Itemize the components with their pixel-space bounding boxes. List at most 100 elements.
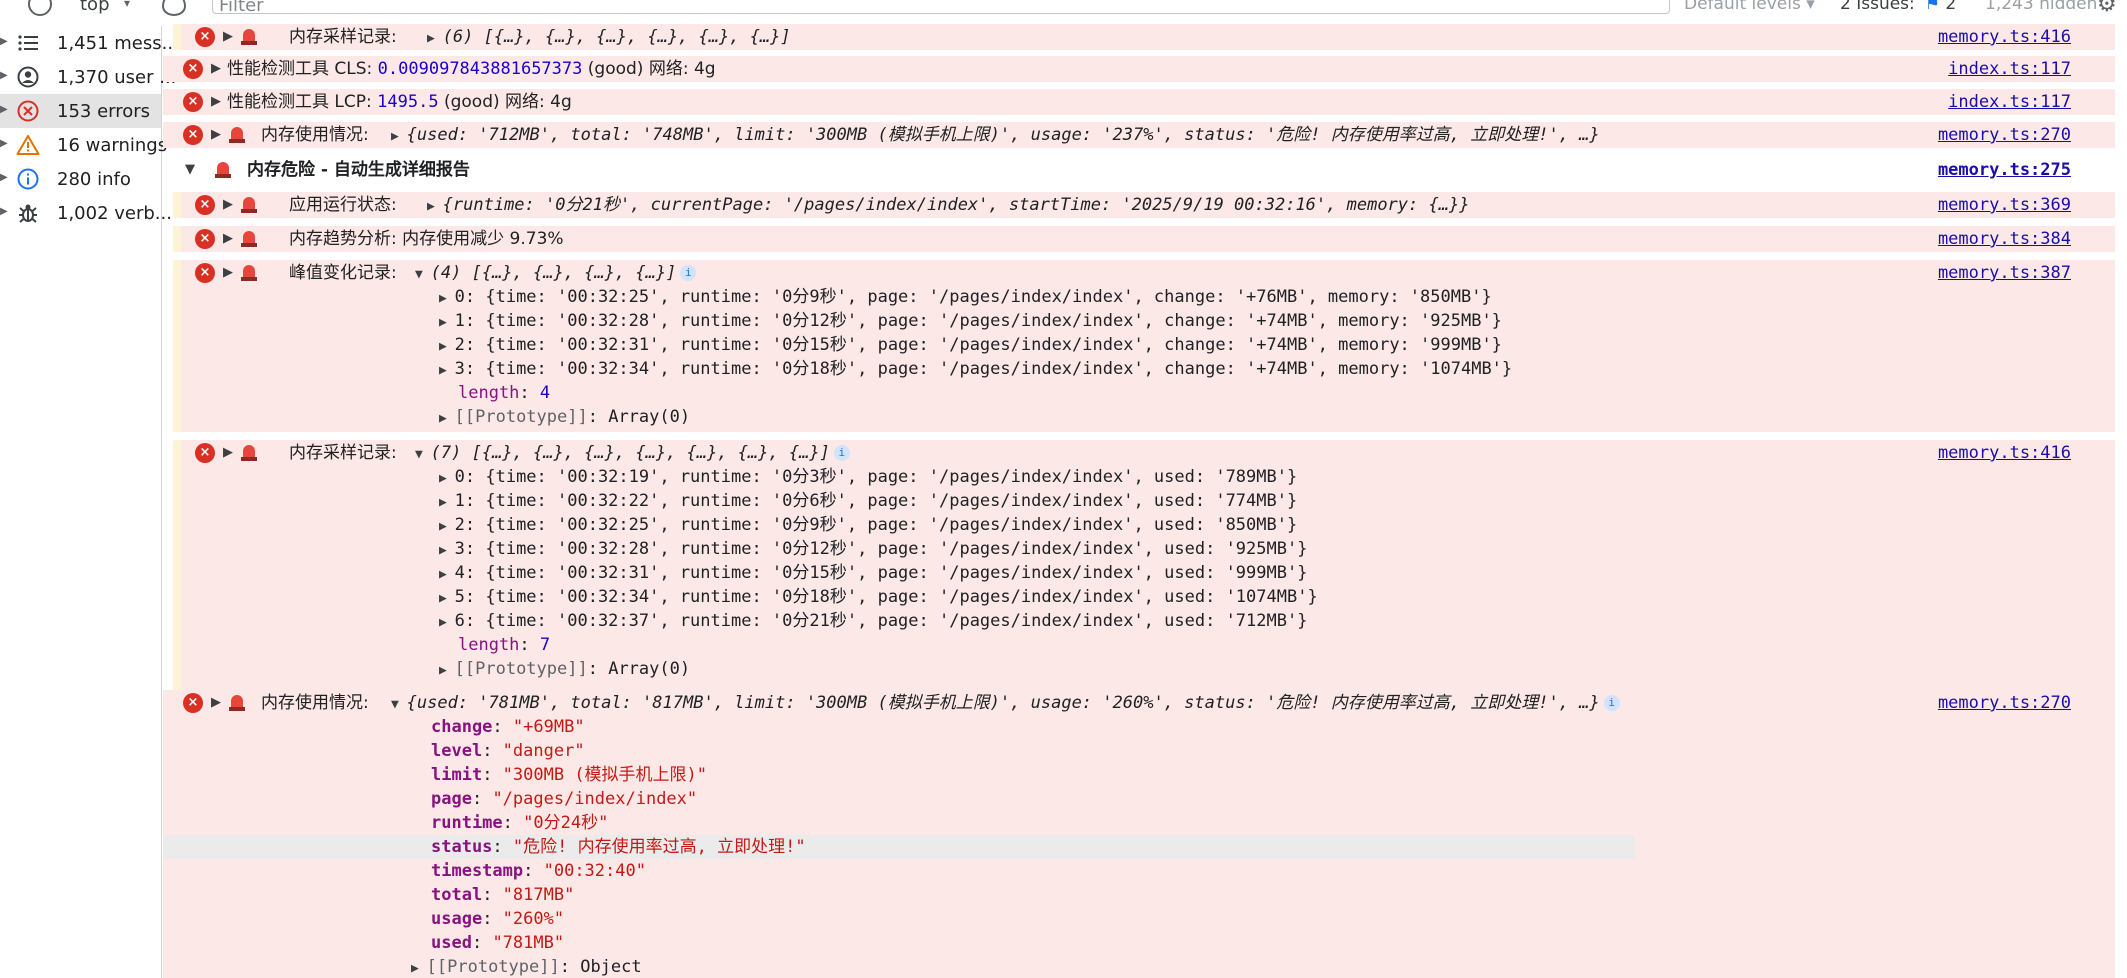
array-entry[interactable]: ▶ 3: {time: '00:32:34', runtime: '0分18秒'…	[439, 357, 1512, 383]
expand-arrow-icon[interactable]: ▶	[211, 57, 221, 81]
console-sidebar: ▶ 1,451 mess... ▶ 1,370 user ... ▶ 153 e…	[0, 26, 179, 978]
clear-console-icon[interactable]	[28, 0, 52, 16]
console-group-header[interactable]: ▼ 内存危险 - 自动生成详细报告 memory.ts:275	[163, 157, 2115, 183]
siren-icon	[241, 230, 257, 248]
expand-arrow-icon[interactable]: ▶	[223, 227, 233, 251]
array-entry[interactable]: ▶ 2: {time: '00:32:31', runtime: '0分15秒'…	[439, 333, 1502, 359]
sidebar-item-messages[interactable]: ▶ 1,451 mess...	[0, 26, 179, 60]
array-entry[interactable]: ▶ 1: {time: '00:32:22', runtime: '0分6秒',…	[439, 489, 1297, 515]
bug-icon	[16, 201, 40, 225]
error-icon: ×	[183, 693, 203, 713]
context-selector[interactable]: top	[80, 0, 110, 15]
console-message-memory-trend: × ▶ 内存趋势分析: 内存使用减少 9.73% memory.ts:384	[173, 226, 2115, 252]
console-message-memory-sampling: × ▶ 内存采样记录: ▶ (6) [{…}, {…}, {…}, {…}, {…	[173, 24, 2115, 50]
issues-counter[interactable]: 2 Issues: ⚑ 2	[1840, 0, 1956, 14]
error-icon: ×	[195, 195, 215, 215]
expand-arrow-icon[interactable]: ▶	[223, 193, 233, 217]
console-message-peak-changes: × ▶ 峰值变化记录: ▼ (4) [{…}, {…}, {…}, {…}] i …	[173, 260, 2115, 432]
error-icon: ×	[183, 59, 203, 79]
expand-arrow-icon[interactable]: ▶	[0, 206, 8, 217]
info-icon	[16, 167, 40, 191]
source-link[interactable]: memory.ts:384	[1938, 227, 2071, 251]
array-entry[interactable]: ▶ 0: {time: '00:32:25', runtime: '0分9秒',…	[439, 285, 1492, 311]
console-message-memory-usage: × ▶ 内存使用情况: ▶ {used: '712MB', total: '74…	[163, 122, 2115, 148]
array-prototype[interactable]: ▶ [[Prototype]]: Array(0)	[439, 657, 690, 683]
object-property: usage: "260%"	[431, 909, 565, 929]
sidebar-item-verbose[interactable]: ▶ 1,002 verb...	[0, 196, 172, 230]
source-link[interactable]: memory.ts:416	[1938, 25, 2071, 49]
array-length: length: 7	[458, 635, 551, 655]
array-entry[interactable]: ▶ 3: {time: '00:32:28', runtime: '0分12秒'…	[439, 537, 1307, 563]
expand-arrow-icon[interactable]: ▶	[0, 70, 8, 81]
object-property: page: "/pages/index/index"	[431, 789, 698, 809]
source-link[interactable]: memory.ts:387	[1938, 261, 2071, 285]
array-preview[interactable]: ▼ (4) [{…}, {…}, {…}, {…}] i	[415, 261, 697, 287]
user-icon	[16, 65, 40, 89]
source-link[interactable]: index.ts:117	[1948, 57, 2071, 81]
array-entry[interactable]: ▶ 6: {time: '00:32:37', runtime: '0分21秒'…	[439, 609, 1307, 635]
source-link[interactable]: index.ts:117	[1948, 90, 2071, 114]
error-icon: ×	[183, 125, 203, 145]
array-preview[interactable]: ▼ (7) [{…}, {…}, {…}, {…}, {…}, {…}, {…}…	[415, 441, 850, 467]
message-label: 内存趋势分析: 内存使用减少 9.73%	[289, 229, 564, 249]
info-icon[interactable]: i	[1603, 695, 1620, 711]
error-icon: ×	[195, 27, 215, 47]
log-levels-dropdown[interactable]: Default levels ▾	[1684, 0, 1815, 14]
array-prototype[interactable]: ▶ [[Prototype]]: Array(0)	[439, 405, 690, 431]
object-property: total: "817MB"	[431, 885, 575, 905]
message-text: 性能检测工具 CLS: 0.009097843881657373 (good) …	[227, 59, 716, 79]
gear-icon[interactable]: ⚙	[2097, 0, 2117, 17]
source-link[interactable]: memory.ts:270	[1938, 691, 2071, 715]
expand-arrow-icon[interactable]: ▶	[0, 138, 8, 149]
siren-icon	[241, 28, 257, 46]
array-entry[interactable]: ▶ 0: {time: '00:32:19', runtime: '0分3秒',…	[439, 465, 1297, 491]
error-icon: ×	[183, 92, 203, 112]
sidebar-item-warnings[interactable]: ▶ 16 warnings	[0, 128, 167, 162]
console-output: × ▶ 内存采样记录: ▶ (6) [{…}, {…}, {…}, {…}, {…	[163, 24, 2127, 978]
live-expression-eye-icon[interactable]	[162, 0, 186, 16]
object-property: level: "danger"	[431, 741, 585, 761]
info-icon[interactable]: i	[680, 265, 697, 281]
group-title: 内存危险 - 自动生成详细报告	[247, 160, 470, 180]
chevron-down-icon[interactable]: ▾	[124, 0, 130, 10]
source-link[interactable]: memory.ts:369	[1938, 193, 2071, 217]
info-icon[interactable]: i	[833, 445, 850, 461]
list-icon	[16, 31, 40, 55]
siren-icon	[241, 196, 257, 214]
source-link[interactable]: memory.ts:275	[1938, 158, 2071, 182]
expand-arrow-icon[interactable]: ▶	[223, 441, 233, 465]
object-prototype[interactable]: ▶ [[Prototype]]: Object	[411, 955, 642, 978]
expand-arrow-icon[interactable]: ▶	[223, 25, 233, 49]
source-link[interactable]: memory.ts:270	[1938, 123, 2071, 147]
expand-arrow-icon[interactable]: ▶	[0, 172, 8, 183]
collapse-arrow-icon[interactable]: ▼	[185, 158, 195, 182]
console-message-cls: × ▶ 性能检测工具 CLS: 0.009097843881657373 (go…	[163, 56, 2115, 82]
array-entry[interactable]: ▶ 2: {time: '00:32:25', runtime: '0分9秒',…	[439, 513, 1297, 539]
source-link[interactable]: memory.ts:416	[1938, 441, 2071, 465]
array-preview[interactable]: ▶ (6) [{…}, {…}, {…}, {…}, {…}, {…}]	[427, 25, 791, 51]
siren-icon	[241, 444, 257, 462]
expand-arrow-icon[interactable]: ▶	[211, 691, 221, 715]
array-entry[interactable]: ▶ 5: {time: '00:32:34', runtime: '0分18秒'…	[439, 585, 1318, 611]
siren-icon	[241, 264, 257, 282]
message-text: 性能检测工具 LCP: 1495.5 (good) 网络: 4g	[227, 92, 572, 112]
filter-input[interactable]: Filter	[212, 0, 1670, 16]
object-property: limit: "300MB (模拟手机上限)"	[431, 765, 708, 785]
object-preview[interactable]: ▶ {used: '712MB', total: '748MB', limit:…	[391, 123, 1600, 149]
sidebar-item-errors[interactable]: ▶ 153 errors	[0, 94, 161, 128]
sidebar-item-user-messages[interactable]: ▶ 1,370 user ...	[0, 60, 176, 94]
expand-arrow-icon[interactable]: ▶	[0, 104, 8, 115]
hidden-count: 1,243 hidden	[1985, 0, 2098, 14]
expand-arrow-icon[interactable]: ▶	[211, 123, 221, 147]
message-label: 内存使用情况:	[261, 125, 369, 145]
object-property-hovered: status: "危险! 内存使用率过高, 立即处理!"	[163, 835, 1635, 859]
expand-arrow-icon[interactable]: ▶	[0, 36, 8, 47]
expand-arrow-icon[interactable]: ▶	[223, 261, 233, 285]
expand-arrow-icon[interactable]: ▶	[211, 90, 221, 114]
sidebar-item-info[interactable]: ▶ 280 info	[0, 162, 161, 196]
array-entry[interactable]: ▶ 4: {time: '00:32:31', runtime: '0分15秒'…	[439, 561, 1307, 587]
object-preview[interactable]: ▼ {used: '781MB', total: '817MB', limit:…	[391, 691, 1620, 717]
siren-icon	[229, 694, 245, 712]
object-preview[interactable]: ▶ {runtime: '0分21秒', currentPage: '/page…	[427, 193, 1469, 219]
array-entry[interactable]: ▶ 1: {time: '00:32:28', runtime: '0分12秒'…	[439, 309, 1502, 335]
